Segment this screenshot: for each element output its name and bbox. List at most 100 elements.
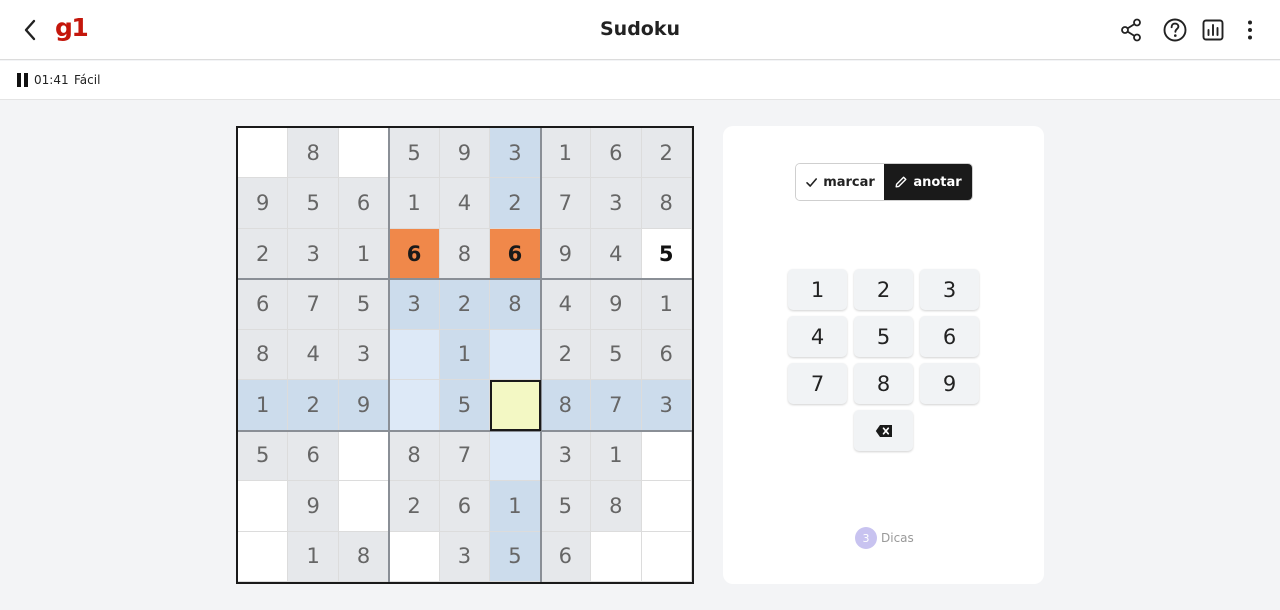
- board-cell-r6c9[interactable]: 3: [641, 380, 692, 431]
- hints-button[interactable]: 3 Dicas: [855, 527, 914, 549]
- board-cell-r3c5[interactable]: 8: [439, 228, 491, 280]
- board-cell-r4c5[interactable]: 2: [439, 279, 491, 330]
- board-cell-r2c1[interactable]: 9: [238, 178, 289, 229]
- board-cell-r1c7[interactable]: 1: [540, 128, 592, 179]
- board-cell-r6c8[interactable]: 7: [591, 380, 642, 431]
- number-key-8[interactable]: 8: [854, 363, 913, 404]
- board-cell-r8c7[interactable]: 5: [540, 481, 592, 532]
- board-cell-r2c5[interactable]: 4: [439, 178, 491, 229]
- board-cell-r5c2[interactable]: 4: [288, 329, 339, 381]
- board-cell-r1c2[interactable]: 8: [288, 128, 339, 179]
- board-cell-r3c7[interactable]: 9: [540, 228, 592, 280]
- back-icon[interactable]: [20, 17, 42, 43]
- board-cell-r4c3[interactable]: 5: [338, 279, 390, 330]
- board-cell-r1c8[interactable]: 6: [591, 128, 642, 179]
- board-cell-r3c3[interactable]: 1: [338, 228, 390, 280]
- board-cell-r1c1[interactable]: [238, 128, 289, 179]
- board-cell-r7c4[interactable]: 8: [389, 430, 440, 482]
- board-cell-r2c9[interactable]: 8: [641, 178, 692, 229]
- board-cell-r3c9[interactable]: 5: [641, 228, 692, 280]
- board-cell-r6c7[interactable]: 8: [540, 380, 592, 431]
- board-cell-r2c2[interactable]: 5: [288, 178, 339, 229]
- board-cell-r6c6[interactable]: [490, 380, 541, 431]
- board-cell-r4c7[interactable]: 4: [540, 279, 592, 330]
- board-cell-r2c3[interactable]: 6: [338, 178, 390, 229]
- number-key-9[interactable]: 9: [920, 363, 979, 404]
- board-cell-r8c8[interactable]: 8: [591, 481, 642, 532]
- board-cell-r9c1[interactable]: [238, 531, 289, 582]
- board-cell-r8c1[interactable]: [238, 481, 289, 532]
- board-cell-r4c4[interactable]: 3: [389, 279, 440, 330]
- board-cell-r8c9[interactable]: [641, 481, 692, 532]
- board-cell-r5c7[interactable]: 2: [540, 329, 592, 381]
- board-cell-r8c6[interactable]: 1: [490, 481, 541, 532]
- more-vertical-icon[interactable]: [1237, 17, 1263, 43]
- board-cell-r4c1[interactable]: 6: [238, 279, 289, 330]
- board-cell-r9c6[interactable]: 5: [490, 531, 541, 582]
- board-cell-r9c7[interactable]: 6: [540, 531, 592, 582]
- board-cell-r7c6[interactable]: [490, 430, 541, 482]
- board-cell-r1c3[interactable]: [338, 128, 390, 179]
- board-cell-r7c2[interactable]: 6: [288, 430, 339, 482]
- stats-icon[interactable]: [1200, 17, 1226, 43]
- number-key-5[interactable]: 5: [854, 316, 913, 357]
- number-key-6[interactable]: 6: [920, 316, 979, 357]
- board-cell-r5c8[interactable]: 5: [591, 329, 642, 381]
- number-key-4[interactable]: 4: [788, 316, 847, 357]
- board-cell-r5c5[interactable]: 1: [439, 329, 491, 381]
- board-cell-r5c9[interactable]: 6: [641, 329, 692, 381]
- board-cell-r7c7[interactable]: 3: [540, 430, 592, 482]
- board-cell-r8c4[interactable]: 2: [389, 481, 440, 532]
- board-cell-r2c6[interactable]: 2: [490, 178, 541, 229]
- board-cell-r7c3[interactable]: [338, 430, 390, 482]
- board-cell-r8c3[interactable]: [338, 481, 390, 532]
- erase-button[interactable]: [854, 410, 913, 451]
- board-cell-r9c2[interactable]: 1: [288, 531, 339, 582]
- number-key-2[interactable]: 2: [854, 269, 913, 310]
- board-cell-r5c6[interactable]: [490, 329, 541, 381]
- board-cell-r2c7[interactable]: 7: [540, 178, 592, 229]
- board-cell-r9c4[interactable]: [389, 531, 440, 582]
- number-key-1[interactable]: 1: [788, 269, 847, 310]
- board-cell-r6c1[interactable]: 1: [238, 380, 289, 431]
- board-cell-r6c5[interactable]: 5: [439, 380, 491, 431]
- mode-anotar-button[interactable]: anotar: [884, 164, 972, 200]
- board-cell-r1c9[interactable]: 2: [641, 128, 692, 179]
- board-cell-r4c2[interactable]: 7: [288, 279, 339, 330]
- board-cell-r9c5[interactable]: 3: [439, 531, 491, 582]
- help-icon[interactable]: [1162, 17, 1188, 43]
- share-icon[interactable]: [1118, 17, 1144, 43]
- board-cell-r2c4[interactable]: 1: [389, 178, 440, 229]
- board-cell-r7c9[interactable]: [641, 430, 692, 482]
- board-cell-r7c8[interactable]: 1: [591, 430, 642, 482]
- board-cell-r3c4[interactable]: 6: [389, 228, 440, 280]
- g1-logo[interactable]: g1: [55, 13, 89, 42]
- board-cell-r5c1[interactable]: 8: [238, 329, 289, 381]
- board-cell-r9c8[interactable]: [591, 531, 642, 582]
- board-cell-r8c2[interactable]: 9: [288, 481, 339, 532]
- pause-icon[interactable]: [17, 73, 28, 87]
- board-cell-r1c6[interactable]: 3: [490, 128, 541, 179]
- number-key-7[interactable]: 7: [788, 363, 847, 404]
- board-cell-r9c9[interactable]: [641, 531, 692, 582]
- board-cell-r3c6[interactable]: 6: [490, 228, 541, 280]
- board-cell-r6c2[interactable]: 2: [288, 380, 339, 431]
- mode-marcar-button[interactable]: marcar: [796, 164, 884, 200]
- board-cell-r4c6[interactable]: 8: [490, 279, 541, 330]
- number-key-3[interactable]: 3: [920, 269, 979, 310]
- board-cell-r9c3[interactable]: 8: [338, 531, 390, 582]
- board-cell-r7c5[interactable]: 7: [439, 430, 491, 482]
- board-cell-r8c5[interactable]: 6: [439, 481, 491, 532]
- board-cell-r3c1[interactable]: 2: [238, 228, 289, 280]
- board-cell-r4c8[interactable]: 9: [591, 279, 642, 330]
- board-cell-r1c4[interactable]: 5: [389, 128, 440, 179]
- board-cell-r1c5[interactable]: 9: [439, 128, 491, 179]
- board-cell-r2c8[interactable]: 3: [591, 178, 642, 229]
- board-cell-r5c3[interactable]: 3: [338, 329, 390, 381]
- board-cell-r6c3[interactable]: 9: [338, 380, 390, 431]
- board-cell-r5c4[interactable]: [389, 329, 440, 381]
- board-cell-r4c9[interactable]: 1: [641, 279, 692, 330]
- board-cell-r3c2[interactable]: 3: [288, 228, 339, 280]
- board-cell-r3c8[interactable]: 4: [591, 228, 642, 280]
- board-cell-r6c4[interactable]: [389, 380, 440, 431]
